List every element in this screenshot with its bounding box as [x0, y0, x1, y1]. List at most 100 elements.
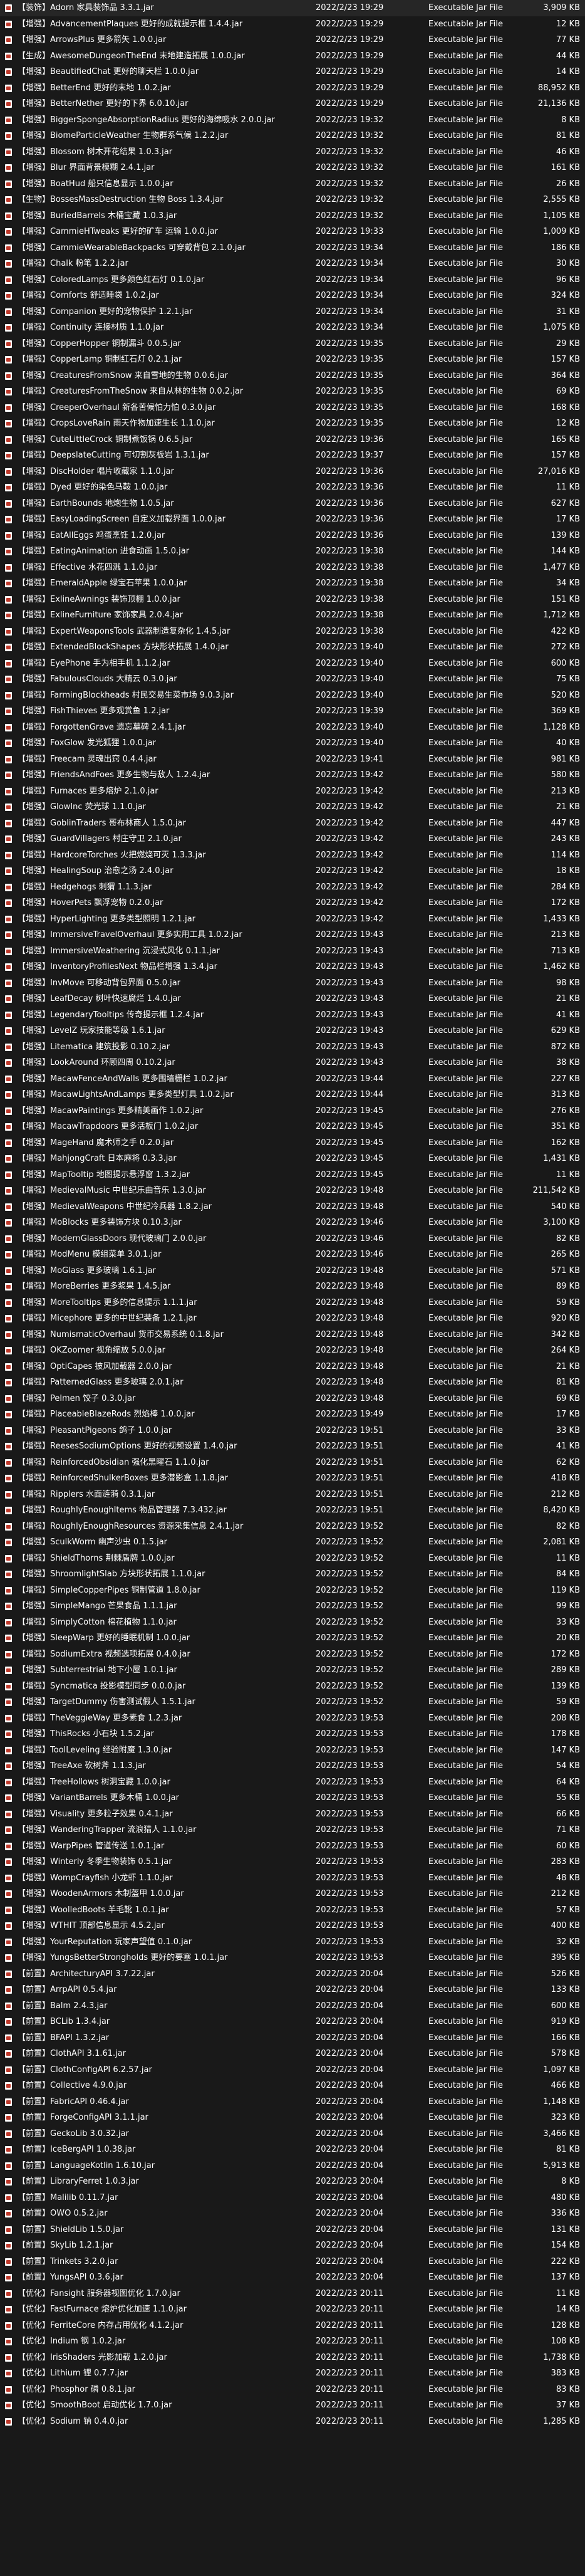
file-row[interactable]: 【增强】ShroomlightSlab 方块形状拓展 1.1.0.jar 2022… [0, 1566, 585, 1583]
file-row[interactable]: 【增强】TargetDummy 伤害测试假人 1.5.1.jar 2022/2/2… [0, 1694, 585, 1710]
file-row[interactable]: 【增强】EarthBounds 地炮生物 1.0.5.jar 2022/2/23 … [0, 496, 585, 512]
file-row[interactable]: 【增强】HoverPets 飘浮宠物 0.2.0.jar 2022/2/23 19… [0, 895, 585, 911]
file-row[interactable]: 【前置】Malilib 0.11.7.jar 2022/2/23 20:04 Exe… [0, 2190, 585, 2206]
file-row[interactable]: 【增强】MoreTooltips 更多的信息提示 1.1.1.jar 2022/2… [0, 1295, 585, 1311]
file-row[interactable]: 【增强】MoGlass 更多玻璃 1.6.1.jar 2022/2/23 19:4… [0, 1263, 585, 1279]
file-row[interactable]: 【增强】EmeraldApple 绿宝石苹果 1.0.0.jar 2022/2/2… [0, 575, 585, 592]
file-row[interactable]: 【增强】ExlineAwnings 装饰顶棚 1.0.0.jar 2022/2/2… [0, 592, 585, 608]
file-row[interactable]: 【增强】MoreBerries 更多浆果 1.4.5.jar 2022/2/23 … [0, 1279, 585, 1295]
file-row[interactable]: 【前置】LibraryFerret 1.0.3.jar 2022/2/23 20:… [0, 2174, 585, 2190]
file-row[interactable]: 【增强】FishThieves 更多观赏鱼 1.2.jar 2022/2/23 1… [0, 703, 585, 720]
file-row[interactable]: 【增强】ModMenu 模组菜单 3.0.1.jar 2022/2/23 19:4… [0, 1247, 585, 1263]
file-row[interactable]: 【增强】Furnaces 更多熔炉 2.1.0.jar 2022/2/23 19:… [0, 783, 585, 800]
file-row[interactable]: 【增强】WompCrayfish 小龙虾 1.1.0.jar 2022/2/23 … [0, 1870, 585, 1887]
file-row[interactable]: 【增强】WoolledBoots 羊毛靴 1.0.1.jar 2022/2/23 … [0, 1902, 585, 1919]
file-row[interactable]: 【增强】Litematica 建筑投影 0.10.2.jar 2022/2/23 … [0, 1039, 585, 1055]
file-row[interactable]: 【增强】LeafDecay 树叶快速腐烂 1.4.0.jar 2022/2/23 … [0, 991, 585, 1007]
file-row[interactable]: 【增强】Pelmen 饺子 0.3.0.jar 2022/2/23 19:48 Ex… [0, 1391, 585, 1407]
file-row[interactable]: 【增强】MahjongCraft 日本麻将 0.3.3.jar 2022/2/23… [0, 1151, 585, 1167]
file-row[interactable]: 【增强】ArrowsPlus 更多箭矢 1.0.0.jar 2022/2/23 1… [0, 32, 585, 48]
file-row[interactable]: 【前置】BFAPI 1.3.2.jar 2022/2/23 20:04 Execut… [0, 2030, 585, 2046]
file-row[interactable]: 【增强】NumismaticOverhaul 货币交易系统 0.1.8.jar 2… [0, 1327, 585, 1343]
file-row[interactable]: 【前置】YungsAPI 0.3.6.jar 2022/2/23 20:04 Exe… [0, 2270, 585, 2286]
file-row[interactable]: 【装饰】Adorn 家具装饰品 3.3.1.jar 2022/2/23 19:29… [0, 0, 585, 16]
file-row[interactable]: 【增强】PleasantPigeons 鸽子 1.0.0.jar 2022/2/2… [0, 1423, 585, 1439]
file-row[interactable]: 【增强】BuriedBarrels 木桶宝藏 1.0.3.jar 2022/2/2… [0, 208, 585, 224]
file-row[interactable]: 【增强】WarpPipes 管道传送 1.0.1.jar 2022/2/23 19… [0, 1838, 585, 1855]
file-row[interactable]: 【增强】CuteLittleCrock 铜制煮饭锅 0.6.5.jar 2022/… [0, 432, 585, 448]
file-row[interactable]: 【增强】SleepWarp 更好的睡眠机制 1.0.0.jar 2022/2/23… [0, 1630, 585, 1647]
file-row[interactable]: 【增强】MedievalWeapons 中世纪冷兵器 1.8.2.jar 2022… [0, 1199, 585, 1215]
file-row[interactable]: 【增强】SimpleCopperPipes 铜制管道 1.8.0.jar 2022… [0, 1583, 585, 1599]
file-row[interactable]: 【增强】ColoredLamps 更多颜色红石灯 0.1.0.jar 2022/2… [0, 272, 585, 288]
file-row[interactable]: 【增强】GlowInc 荧光球 1.1.0.jar 2022/2/23 19:42… [0, 799, 585, 815]
file-row[interactable]: 【增强】ExpertWeaponsTools 武器制造复杂化 1.4.5.jar… [0, 624, 585, 640]
file-row[interactable]: 【增强】TheVeggieWay 更多素食 1.2.3.jar 2022/2/23… [0, 1710, 585, 1727]
file-row[interactable]: 【生成】AwesomeDungeonTheEnd 末地建造拓展 1.0.0.ja… [0, 48, 585, 65]
file-row[interactable]: 【增强】RoughlyEnoughItems 物品管理器 7.3.432.jar… [0, 1502, 585, 1519]
file-row[interactable]: 【增强】EyePhone 手为相手机 1.1.2.jar 2022/2/23 19… [0, 656, 585, 672]
file-row[interactable]: 【前置】GeckoLib 3.0.32.jar 2022/2/23 20:04 Ex… [0, 2126, 585, 2142]
file-row[interactable]: 【增强】LevelZ 玩家技能等级 1.6.1.jar 2022/2/23 19:… [0, 1023, 585, 1039]
file-row[interactable]: 【增强】BoatHud 船只信息显示 1.0.0.jar 2022/2/23 19… [0, 176, 585, 192]
file-row[interactable]: 【增强】FabulousClouds 大精云 0.3.0.jar 2022/2/2… [0, 671, 585, 688]
file-row[interactable]: 【前置】OWO 0.5.2.jar 2022/2/23 20:04 Executab… [0, 2206, 585, 2222]
file-row[interactable]: 【增强】Micephore 更多的中世纪装备 1.2.1.jar 2022/2/2… [0, 1311, 585, 1327]
file-row[interactable]: 【增强】ShieldThorns 荆棘盾牌 1.0.0.jar 2022/2/23… [0, 1551, 585, 1567]
file-row[interactable]: 【增强】YungsBetterStrongholds 更好的要塞 1.0.1.j… [0, 1950, 585, 1966]
file-row[interactable]: 【优化】Phosphor 磷 0.8.1.jar 2022/2/23 20:11 E… [0, 2382, 585, 2398]
file-row[interactable]: 【增强】CammieWearableBackpacks 可穿戴背包 2.1.0.… [0, 240, 585, 256]
file-row[interactable]: 【增强】PatternedGlass 更多玻璃 2.0.1.jar 2022/2/… [0, 1374, 585, 1391]
file-row[interactable]: 【增强】EasyLoadingScreen 自定义加载界面 1.0.0.jar 2… [0, 511, 585, 528]
file-row[interactable]: 【增强】HardcoreTorches 火把燃烧可灭 1.3.3.jar 2022… [0, 847, 585, 864]
file-row[interactable]: 【优化】Fansight 服务器视图优化 1.7.0.jar 2022/2/23 … [0, 2286, 585, 2302]
file-row[interactable]: 【增强】ImmersiveTravelOverhaul 更多实用工具 1.0.2… [0, 927, 585, 943]
file-row[interactable]: 【前置】SkyLib 1.2.1.jar 2022/2/23 20:04 Execu… [0, 2238, 585, 2254]
file-row[interactable]: 【增强】ForgottenGrave 遗忘墓碑 2.4.1.jar 2022/2/… [0, 720, 585, 736]
file-row[interactable]: 【增强】VariantBarrels 更多木桶 1.0.0.jar 2022/2/… [0, 1790, 585, 1806]
file-row[interactable]: 【增强】FarmingBlockheads 村民交易生菜市场 9.0.3.jar… [0, 688, 585, 704]
file-row[interactable]: 【前置】IceBergAPI 1.0.38.jar 2022/2/23 20:04… [0, 2142, 585, 2158]
file-row[interactable]: 【增强】Companion 更好的宠物保护 1.2.1.jar 2022/2/23… [0, 304, 585, 320]
file-row[interactable]: 【增强】ModernGlassDoors 现代玻璃门 2.0.0.jar 2022… [0, 1231, 585, 1247]
file-row[interactable]: 【前置】ShieldLib 1.5.0.jar 2022/2/23 20:04 Ex… [0, 2222, 585, 2238]
file-row[interactable]: 【增强】MapTooltip 地图提示悬浮窗 1.3.2.jar 2022/2/2… [0, 1167, 585, 1183]
file-row[interactable]: 【增强】CreeperOverhaul 新各苦候怕力怕 0.3.0.jar 202… [0, 400, 585, 416]
file-row[interactable]: 【增强】SodiumExtra 视频选项拓展 0.4.0.jar 2022/2/2… [0, 1647, 585, 1663]
file-row[interactable]: 【增强】Effective 水花四溅 1.1.0.jar 2022/2/23 19… [0, 560, 585, 576]
file-row[interactable]: 【前置】Balm 2.4.3.jar 2022/2/23 20:04 Executa… [0, 1998, 585, 2014]
file-row[interactable]: 【前置】ForgeConfigAPI 3.1.1.jar 2022/2/23 20… [0, 2110, 585, 2126]
file-row[interactable]: 【增强】EatAllEggs 鸡蛋烹饪 1.2.0.jar 2022/2/23 1… [0, 528, 585, 544]
file-row[interactable]: 【增强】ReinforcedShulkerBoxes 更多潜影盒 1.1.8.j… [0, 1470, 585, 1487]
file-row[interactable]: 【增强】SculkWorm 幽声沙虫 0.1.5.jar 2022/2/23 19… [0, 1534, 585, 1551]
file-row[interactable]: 【前置】BCLib 1.3.4.jar 2022/2/23 20:04 Execut… [0, 2014, 585, 2030]
file-row[interactable]: 【增强】CammieHTweaks 更好的矿车 运输 1.0.0.jar 2022… [0, 224, 585, 240]
file-row[interactable]: 【优化】Lithium 锂 0.7.7.jar 2022/2/23 20:11 Ex… [0, 2365, 585, 2382]
file-row[interactable]: 【增强】GoblinTraders 哥布林商人 1.5.0.jar 2022/2/… [0, 815, 585, 832]
file-row[interactable]: 【增强】CropsLoveRain 雨天作物加速生长 1.1.0.jar 2022… [0, 416, 585, 432]
file-row[interactable]: 【增强】EatingAnimation 进食动画 1.5.0.jar 2022/2… [0, 543, 585, 560]
file-row[interactable]: 【增强】Visuality 更多粒子效果 0.4.1.jar 2022/2/23 … [0, 1806, 585, 1823]
file-row[interactable]: 【增强】Dyed 更好的染色马鞍 1.0.0.jar 2022/2/23 19:3… [0, 479, 585, 496]
file-row[interactable]: 【增强】CopperLamp 铜制红石灯 0.2.1.jar 2022/2/23 … [0, 352, 585, 368]
file-row[interactable]: 【增强】Blur 界面背景模糊 2.4.1.jar 2022/2/23 19:32… [0, 160, 585, 176]
file-row[interactable]: 【增强】Subterrestrial 地下小屋 1.0.1.jar 2022/2/… [0, 1662, 585, 1678]
file-row[interactable]: 【前置】FabricAPI 0.46.4.jar 2022/2/23 20:04 E… [0, 2094, 585, 2110]
file-row[interactable]: 【前置】ArchitecturyAPI 3.7.22.jar 2022/2/23 … [0, 1966, 585, 1982]
file-row[interactable]: 【增强】FoxGlow 发光狐狸 1.0.0.jar 2022/2/23 19:4… [0, 735, 585, 751]
file-row[interactable]: 【增强】LegendaryTooltips 传奇提示框 1.2.4.jar 202… [0, 1007, 585, 1024]
file-row[interactable]: 【优化】Indium 钢 1.0.2.jar 2022/2/23 20:11 Exe… [0, 2333, 585, 2350]
file-row[interactable]: 【增强】LookAround 环顾四周 0.10.2.jar 2022/2/23 … [0, 1055, 585, 1071]
file-row[interactable]: 【增强】MoBlocks 更多装饰方块 0.10.3.jar 2022/2/23 … [0, 1215, 585, 1231]
file-row[interactable]: 【增强】WanderingTrapper 流浪猎人 1.1.0.jar 2022/… [0, 1822, 585, 1838]
file-row[interactable]: 【增强】ReesesSodiumOptions 更好的视频设置 1.4.0.ja… [0, 1438, 585, 1455]
file-row[interactable]: 【增强】WTHIT 顶部信息显示 4.5.2.jar 2022/2/23 19:5… [0, 1918, 585, 1934]
file-row[interactable]: 【增强】OKZoomer 视角缩放 5.0.0.jar 2022/2/23 19:… [0, 1343, 585, 1359]
file-row[interactable]: 【增强】BetterEnd 更好的末地 1.0.2.jar 2022/2/23 1… [0, 80, 585, 97]
file-row[interactable]: 【增强】TreeHollows 树洞宝藏 1.0.0.jar 2022/2/23 … [0, 1774, 585, 1791]
file-row[interactable]: 【前置】ClothConfigAPI 6.2.57.jar 2022/2/23 2… [0, 2062, 585, 2078]
file-row[interactable]: 【增强】BiggerSpongeAbsorptionRadius 更好的海绵吸水… [0, 112, 585, 128]
file-row[interactable]: 【增强】ReinforcedObsidian 强化黑曜石 1.1.0.jar 20… [0, 1455, 585, 1471]
file-row[interactable]: 【增强】Comforts 舒适睡袋 1.0.2.jar 2022/2/23 19:… [0, 288, 585, 304]
file-row[interactable]: 【增强】BeautifiedChat 更好的聊天栏 1.0.0.jar 2022/… [0, 64, 585, 80]
